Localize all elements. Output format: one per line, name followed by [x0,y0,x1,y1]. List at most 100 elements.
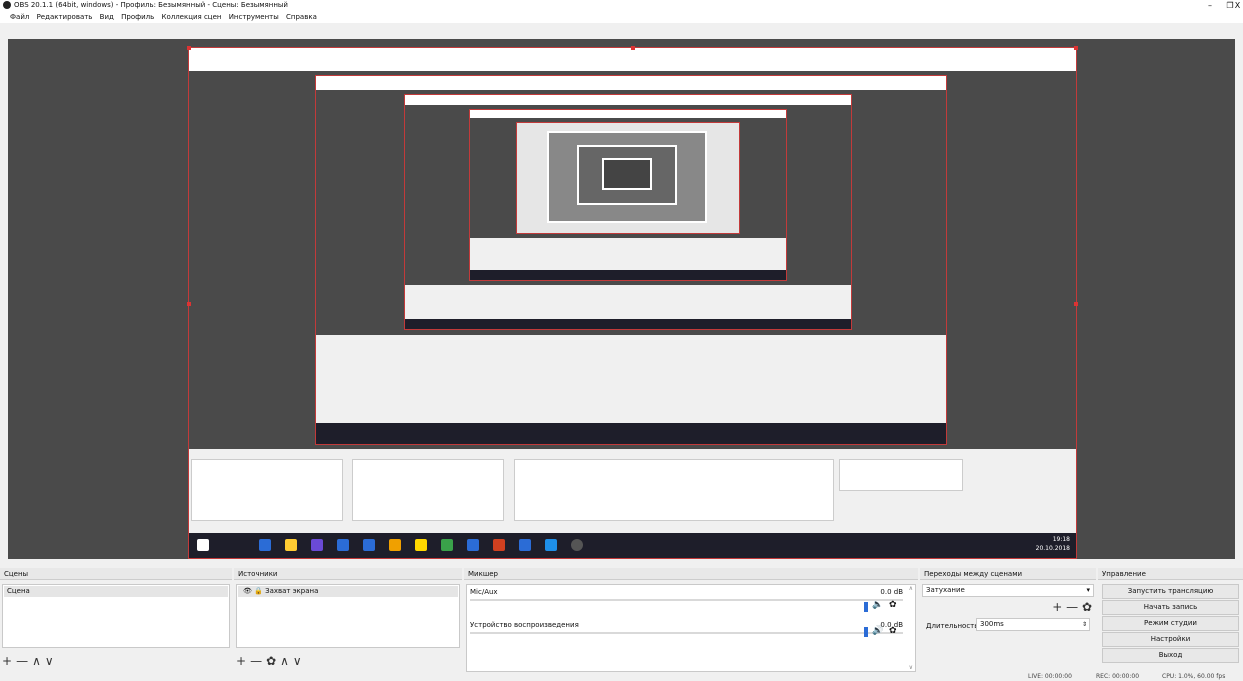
resize-handle[interactable] [1074,46,1078,50]
scenes-header: Сцены [0,568,232,580]
controls-dock: Управление Запустить трансляцию Начать з… [1098,568,1243,681]
resize-handle[interactable] [187,46,191,50]
windows-start-icon [197,539,209,551]
spinner-arrows-icon[interactable]: ⇕ [1082,619,1087,630]
menu-bar: Файл Редактировать Вид Профиль Коллекция… [0,11,1243,23]
menu-profile[interactable]: Профиль [121,11,154,23]
scenes-list[interactable]: Сцена [2,584,230,648]
taskbar-app-icon [467,539,479,551]
scenes-toolbar: + — ∧ ∨ [2,654,58,668]
scroll-up-icon[interactable]: ∧ [909,585,913,592]
menu-file[interactable]: Файл [10,11,29,23]
preview-canvas[interactable]: 19:18 20.10.2018 [8,39,1235,559]
mixer-header: Микшер [464,568,918,580]
controls-header: Управление [1098,568,1243,580]
transition-select-value: Затухание [926,586,965,594]
source-name: Захват экрана [265,587,319,595]
taskbar-app-icon [363,539,375,551]
duration-value: 300ms [980,620,1004,628]
sources-list[interactable]: 👁 🔒 Захват экрана [236,584,460,648]
exit-button[interactable]: Выход [1102,648,1239,663]
add-source-button[interactable]: + [236,654,246,668]
menu-scene-collection[interactable]: Коллекция сцен [161,11,221,23]
settings-button[interactable]: Настройки [1102,632,1239,647]
lock-icon[interactable]: 🔒 [254,587,263,595]
duration-spinbox[interactable]: 300ms ⇕ [976,618,1090,631]
gear-icon[interactable]: ✿ [889,626,897,636]
title-bar: OBS 20.1.1 (64bit, windows) - Профиль: Б… [0,0,1243,11]
taskbar-app-icon [285,539,297,551]
taskbar-app-icon [337,539,349,551]
rec-timer: REC: 00:00:00 [1096,673,1140,680]
close-button[interactable]: X [1232,0,1243,11]
resize-handle[interactable] [187,302,191,306]
menu-view[interactable]: Вид [100,11,114,23]
taskbar-app-icon [519,539,531,551]
muted-speaker-icon[interactable]: 🔈 [872,600,883,610]
add-transition-button[interactable]: + [1052,600,1062,614]
volume-slider-handle[interactable] [864,627,868,637]
move-down-button[interactable]: ∨ [45,654,54,668]
taskbar-app-icon [259,539,271,551]
volume-meter [470,632,903,634]
nested-menu-bar [189,61,1076,71]
taskbar-app-icon [493,539,505,551]
window-title: OBS 20.1.1 (64bit, windows) - Профиль: Б… [14,1,288,9]
eye-icon[interactable]: 👁 [243,587,252,595]
add-scene-button[interactable]: + [2,654,12,668]
volume-meter [470,599,903,601]
source-properties-gear-icon[interactable]: ✿ [266,654,276,668]
remove-transition-button[interactable]: — [1066,600,1078,614]
gear-icon[interactable]: ✿ [889,600,897,610]
live-timer: LIVE: 00:00:00 [1028,673,1072,680]
resize-handle[interactable] [1074,302,1078,306]
obs-logo-icon [3,1,11,9]
status-bar: LIVE: 00:00:00 REC: 00:00:00 CPU: 1.0%, … [0,673,1243,681]
move-up-button[interactable]: ∧ [32,654,41,668]
nested-preview [189,71,1076,449]
mixer-channel-name: Mic/Aux [470,588,498,596]
studio-mode-button[interactable]: Режим студии [1102,616,1239,631]
mixer-panel: Mic/Aux 0.0 dB 🔈 ✿ Устройство воспроизве… [466,584,916,672]
cpu-fps: CPU: 1.0%, 60.00 fps [1162,673,1226,680]
taskbar-app-icon [441,539,453,551]
start-recording-button[interactable]: Начать запись [1102,600,1239,615]
transition-gear-icon[interactable]: ✿ [1082,600,1092,614]
speaker-icon[interactable]: 🔊 [872,626,883,636]
start-streaming-button[interactable]: Запустить трансляцию [1102,584,1239,599]
clock-time: 19:18 [1052,536,1070,543]
scroll-down-icon[interactable]: ∨ [909,664,913,671]
nested-taskbar: 19:18 20.10.2018 [189,533,1076,558]
taskbar-app-icon [415,539,427,551]
remove-source-button[interactable]: — [250,654,262,668]
resize-handle[interactable] [631,46,635,50]
taskbar-app-icon [389,539,401,551]
sources-toolbar: + — ✿ ∧ ∨ [236,654,306,668]
transition-select[interactable]: Затухание ▾ [922,584,1094,597]
volume-slider-handle[interactable] [864,602,868,612]
transitions-dock: Переходы между сценами Затухание ▾ + — ✿… [920,568,1096,681]
taskbar-app-icon [311,539,323,551]
nested-docks [189,449,1076,533]
move-up-button[interactable]: ∧ [280,654,289,668]
sources-dock: Источники 👁 🔒 Захват экрана + — ✿ ∧ ∨ [234,568,462,681]
mixer-dock: Микшер Mic/Aux 0.0 dB 🔈 ✿ Устройство вос… [464,568,918,681]
clock-date: 20.10.2018 [1035,545,1070,552]
chevron-down-icon: ▾ [1086,586,1090,594]
remove-scene-button[interactable]: — [16,654,28,668]
menu-help[interactable]: Справка [286,11,317,23]
edge-icon [545,539,557,551]
move-down-button[interactable]: ∨ [293,654,302,668]
nested-level-2 [315,75,947,445]
menu-tools[interactable]: Инструменты [229,11,279,23]
mixer-channel-name: Устройство воспроизведения [470,621,579,629]
menu-edit[interactable]: Редактировать [37,11,93,23]
list-item[interactable]: 👁 🔒 Захват экрана [238,586,458,597]
transitions-header: Переходы между сценами [920,568,1096,580]
transition-toolbar: + — ✿ [1052,600,1092,614]
sources-header: Источники [234,568,462,580]
list-item[interactable]: Сцена [4,586,228,597]
nested-obs-window: 19:18 20.10.2018 [187,46,1078,559]
nested-clock: 19:18 20.10.2018 [1036,535,1070,553]
scenes-dock: Сцены Сцена + — ∧ ∨ [0,568,232,681]
